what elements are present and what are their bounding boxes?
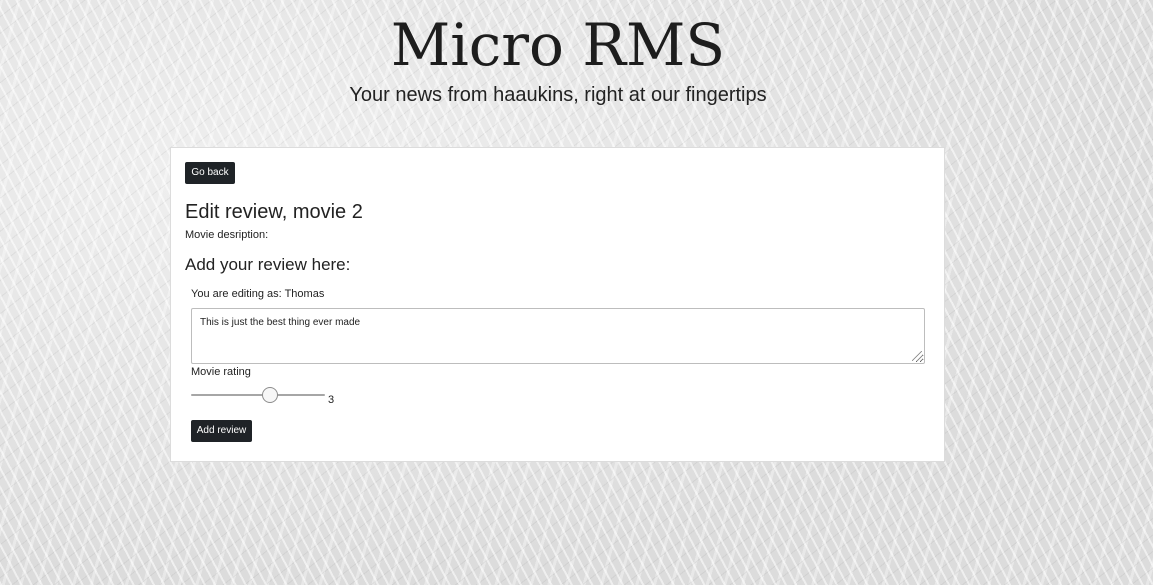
rating-label: Movie rating <box>191 366 251 378</box>
movie-description: Movie desription: <box>185 229 268 242</box>
rating-slider-track[interactable] <box>191 394 325 396</box>
editing-as-user: Thomas <box>284 288 325 300</box>
review-textarea[interactable]: This is just the best thing ever made <box>191 308 925 364</box>
review-panel: Go back Edit review, movie 2 Movie desri… <box>170 147 945 462</box>
movie-description-label: Movie desription: <box>185 229 269 241</box>
page-title: Edit review, movie 2 <box>185 201 363 223</box>
rating-slider[interactable] <box>191 386 325 404</box>
site-subtitle: Your news from haaukins, right at our fi… <box>349 84 767 106</box>
resize-grip-icon[interactable] <box>912 351 922 361</box>
add-review-heading: Add your review here: <box>185 255 351 274</box>
rating-slider-thumb[interactable] <box>261 387 278 403</box>
editing-as-label: You are editing as: <box>191 288 282 300</box>
go-back-button[interactable]: Go back <box>185 162 235 184</box>
site-title: Micro RMS <box>390 11 726 79</box>
add-review-button[interactable]: Add review <box>191 420 252 442</box>
editing-as-text: You are editing as: Thomas <box>191 288 324 301</box>
rating-value: 3 <box>328 394 335 406</box>
